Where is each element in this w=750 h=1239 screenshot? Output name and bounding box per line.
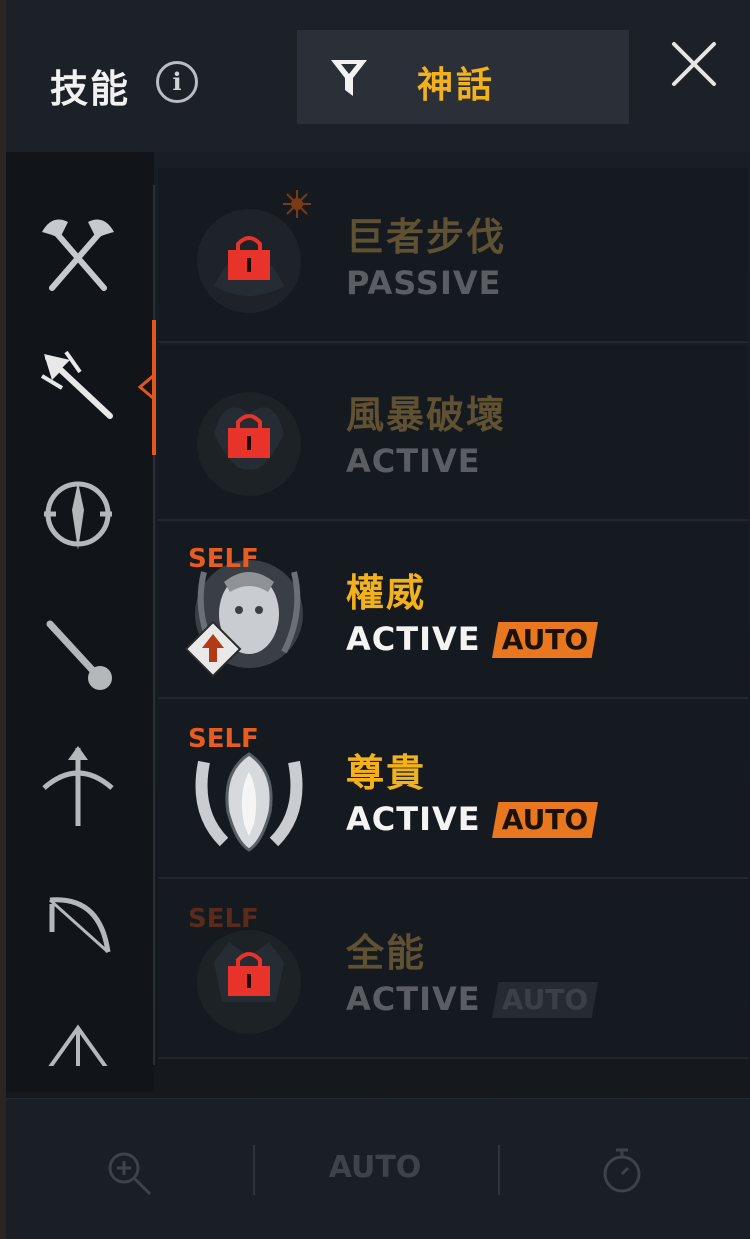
skill-row[interactable]: SELF 權威 ACTIVE AUTO (158, 524, 748, 699)
skill-type: ACTIVE (346, 980, 481, 1018)
sunburst-icon (283, 190, 311, 218)
skill-type: ACTIVE (346, 620, 481, 658)
skill-name: 風暴破壞 (346, 393, 507, 437)
header: 技能 i 神話 (6, 0, 750, 152)
auto-badge[interactable]: AUTO (492, 982, 598, 1018)
skill-row[interactable]: SELF 尊貴 ACTIVE AUTO (158, 704, 748, 879)
crystal-orb-icon (48, 1024, 108, 1066)
self-target-tag: SELF (188, 904, 259, 934)
filter-button[interactable]: 神話 (297, 30, 629, 124)
dagger-sigil-icon (44, 481, 112, 550)
skill-type: ACTIVE (346, 442, 481, 480)
auto-badge[interactable]: AUTO (492, 622, 598, 658)
category-dagger-sigil[interactable] (30, 464, 126, 560)
close-icon[interactable] (670, 40, 718, 88)
self-target-tag: SELF (188, 544, 259, 574)
category-crossbow-arrow[interactable] (30, 738, 126, 834)
filter-funnel-icon (331, 60, 367, 96)
category-crossbow[interactable] (30, 878, 126, 974)
category-mace[interactable] (30, 604, 126, 700)
crossbow-arrow-icon (42, 746, 114, 826)
mace-icon (46, 620, 112, 690)
category-crystal-orb[interactable] (30, 1010, 126, 1066)
lock-icon (228, 414, 270, 458)
crossed-axes-icon (42, 219, 114, 291)
skill-name: 巨者步伐 (346, 215, 507, 259)
info-icon[interactable]: i (156, 61, 198, 103)
auto-badge[interactable]: AUTO (492, 802, 598, 838)
filter-label: 神話 (417, 65, 496, 106)
crossbow-icon (48, 897, 111, 954)
zoom-in-icon[interactable] (104, 1148, 154, 1198)
category-crossed-axes[interactable] (30, 206, 126, 302)
active-category-arrow-icon (137, 374, 154, 400)
skill-name: 權威 (346, 571, 427, 615)
auto-toggle-button[interactable]: AUTO (300, 1150, 450, 1185)
skill-list: 巨者步伐 PASSIVE 風暴破壞 ACTIVE SELF 權威 ACTIVE … (158, 168, 750, 1068)
upgrade-arrow-icon (184, 620, 242, 678)
skill-row[interactable]: 巨者步伐 PASSIVE (158, 168, 748, 343)
bottom-separator (253, 1145, 255, 1195)
trident-icon (40, 350, 113, 419)
self-target-tag: SELF (188, 724, 259, 754)
skill-type: ACTIVE (346, 800, 481, 838)
skill-row[interactable]: SELF 全能 ACTIVE AUTO (158, 884, 748, 1059)
skill-name: 尊貴 (346, 751, 427, 795)
skill-row[interactable]: 風暴破壞 ACTIVE (158, 346, 748, 521)
skill-type: PASSIVE (346, 264, 502, 302)
rail-divider (153, 185, 155, 1065)
skill-name: 全能 (346, 931, 427, 975)
lock-icon (228, 952, 270, 996)
page-title: 技能 (50, 67, 131, 111)
bottom-separator (498, 1145, 500, 1195)
stopwatch-icon[interactable] (598, 1146, 646, 1196)
lock-icon (228, 236, 270, 280)
category-trident[interactable] (30, 338, 126, 434)
